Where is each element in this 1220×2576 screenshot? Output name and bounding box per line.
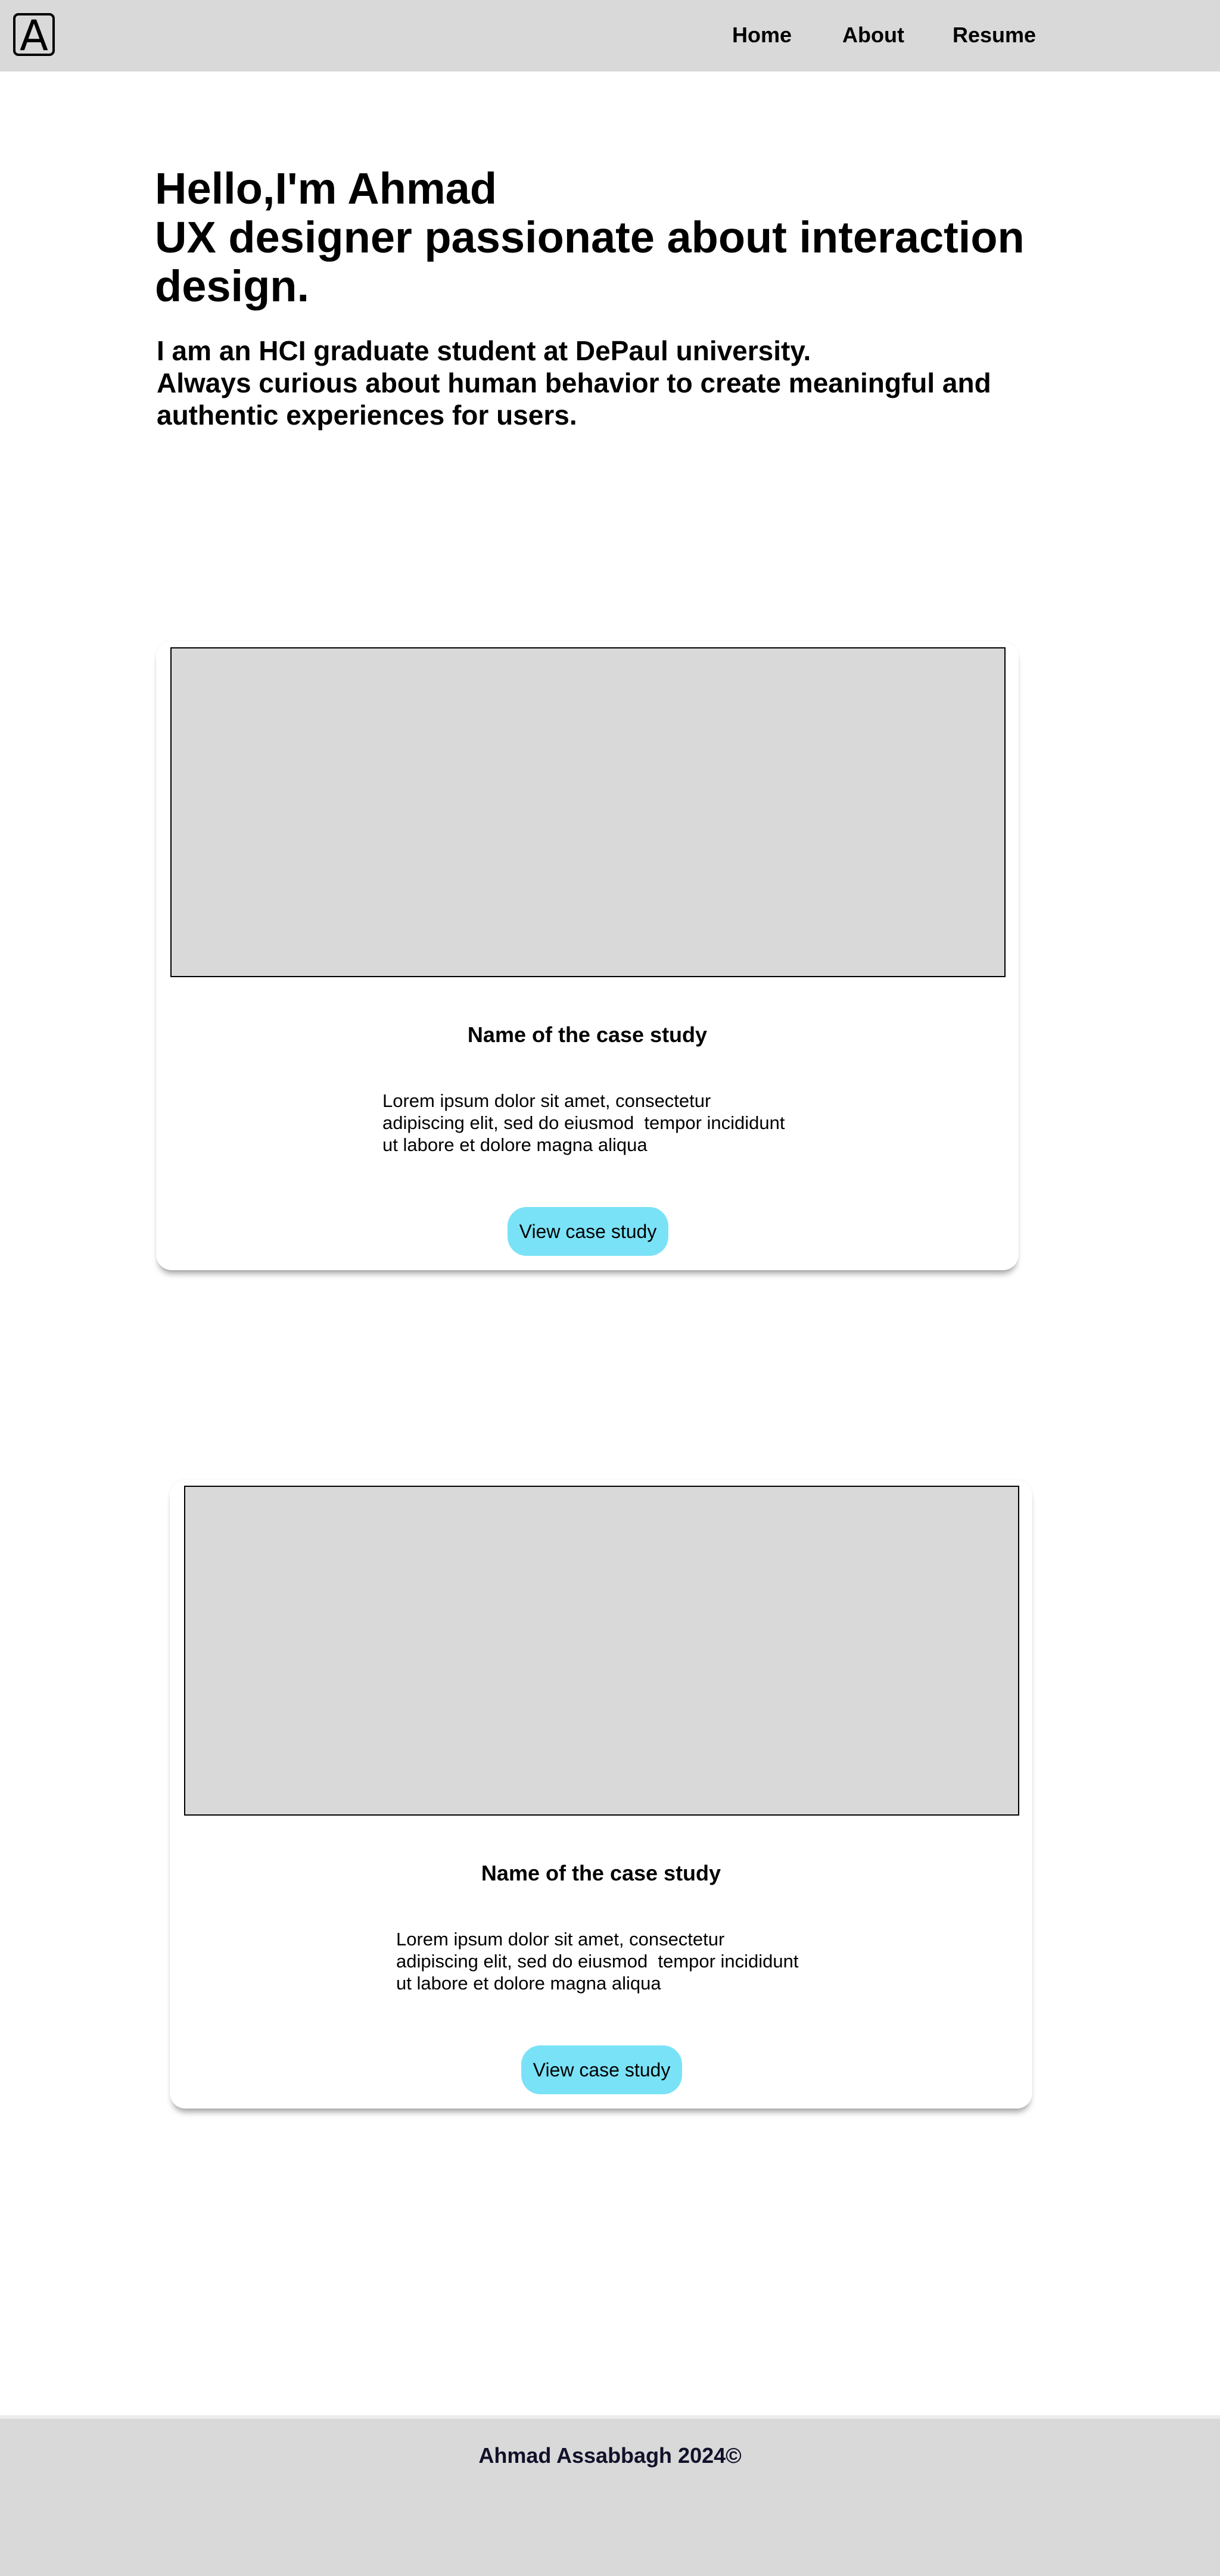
top-nav-bar: A Home About Resume: [0, 0, 1220, 71]
case-study-description-line: adipiscing elit, sed do eiusmod tempor i…: [396, 1951, 799, 1972]
nav-home-link[interactable]: Home: [732, 23, 792, 48]
nav-about-link[interactable]: About: [842, 23, 904, 48]
case-study-description-line: adipiscing elit, sed do eiusmod tempor i…: [382, 1112, 785, 1133]
case-study-card: Name of the case study Lorem ipsum dolor…: [156, 641, 1019, 1270]
case-study-image-placeholder: [184, 1486, 1019, 1816]
hero-subtitle-line: Always curious about human behavior to c…: [157, 367, 991, 398]
case-study-description-line: Lorem ipsum dolor sit amet, consectetur: [396, 1929, 725, 1950]
case-study-description-line: ut labore et dolore magna aliqua: [396, 1973, 661, 1994]
case-study-description-line: ut labore et dolore magna aliqua: [382, 1134, 648, 1155]
hero-subtitle-line: I am an HCI graduate student at DePaul u…: [157, 335, 811, 366]
hero-title-line: Hello,I'm Ahmad: [155, 164, 497, 213]
portfolio-page: A Home About Resume Hello,I'm Ahmad UX d…: [0, 0, 1220, 2576]
hero-subtitle-line: authentic experiences for users.: [157, 400, 577, 431]
hero-title-line: design.: [155, 261, 310, 311]
case-study-title: Name of the case study: [467, 1022, 708, 1047]
view-case-study-button[interactable]: View case study: [508, 1207, 668, 1256]
hero-title-line: UX designer passionate about interaction: [155, 213, 1025, 262]
case-study-title: Name of the case study: [481, 1861, 721, 1885]
footer-copyright: Ahmad Assabbagh 2024©: [478, 2443, 742, 2468]
case-study-description-line: Lorem ipsum dolor sit amet, consectetur: [382, 1090, 711, 1111]
case-study-card: Name of the case study Lorem ipsum dolor…: [170, 1480, 1032, 2109]
case-study-image-placeholder: [170, 647, 1006, 977]
logo[interactable]: A: [13, 13, 55, 57]
hero-title: Hello,I'm Ahmad UX designer passionate a…: [155, 164, 1025, 311]
case-study-description: Lorem ipsum dolor sit amet, consectetur …: [396, 1928, 825, 1994]
view-case-study-button[interactable]: View case study: [521, 2045, 682, 2094]
hero-subtitle: I am an HCI graduate student at DePaul u…: [157, 335, 1026, 431]
footer: Ahmad Assabbagh 2024©: [0, 2415, 1220, 2576]
nav-resume-link[interactable]: Resume: [953, 23, 1036, 48]
case-study-description: Lorem ipsum dolor sit amet, consectetur …: [382, 1090, 811, 1156]
